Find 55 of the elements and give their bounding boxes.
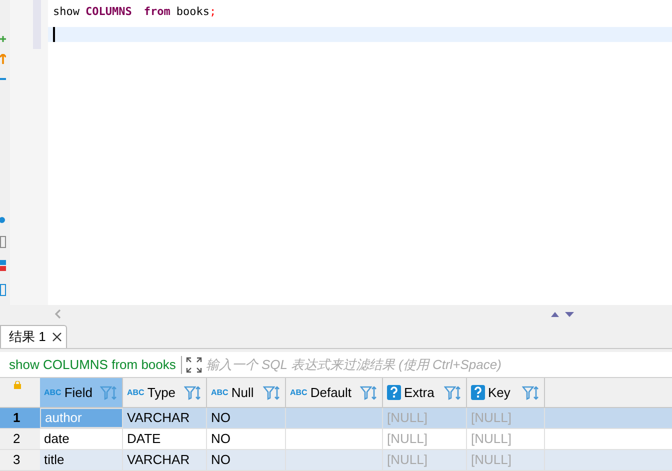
table-cell-text: author <box>45 409 82 428</box>
table-cell-text: NO <box>211 409 230 428</box>
table-cell-text: NO <box>211 430 230 448</box>
question-icon <box>387 385 401 400</box>
code-token: show <box>53 4 80 20</box>
filter-sort-icon[interactable] <box>263 384 281 400</box>
table-cell-text: title <box>44 451 64 470</box>
table-row[interactable]: 3 title VARCHAR NO [NULL] [NULL] <box>0 450 672 471</box>
filter-sort-icon[interactable] <box>522 384 540 400</box>
column-header[interactable]: ABC Field <box>40 378 123 407</box>
filter-sort-icon[interactable] <box>444 384 462 400</box>
table-cell-text: [NULL] <box>471 451 512 470</box>
table-cell-text: VARCHAR <box>127 409 190 428</box>
row-number: 1 <box>0 408 40 428</box>
column-title: Type <box>147 384 177 402</box>
table-cell-text: [NULL] <box>471 430 512 448</box>
close-icon[interactable] <box>52 332 62 342</box>
row-number: 3 <box>0 450 40 470</box>
table-row[interactable]: 1 author VARCHAR NO [NULL] [NULL] <box>0 408 672 429</box>
table-cell-text: [NULL] <box>387 430 428 448</box>
text-cursor <box>53 27 55 42</box>
table-cell-text: VARCHAR <box>127 451 190 470</box>
code-token: COLUMNS <box>86 4 132 20</box>
question-icon <box>471 385 485 400</box>
table-cell-text: date <box>44 430 70 448</box>
table-cell-text: DATE <box>127 430 161 448</box>
scroll-left-icon[interactable] <box>54 308 62 318</box>
filter-sort-icon[interactable] <box>100 384 118 400</box>
code-token: from <box>144 4 170 20</box>
plus-icon[interactable] <box>0 36 6 42</box>
expand-icon[interactable] <box>186 356 202 372</box>
filter-sort-icon[interactable] <box>184 384 202 400</box>
column-title: Default <box>310 384 353 402</box>
type-label: ABC <box>211 386 228 398</box>
table-cell-text: NO <box>211 451 230 470</box>
column-title: Extra <box>404 384 436 402</box>
table-row[interactable]: 2 date DATE NO [NULL] [NULL] <box>0 429 672 450</box>
table-cell-text: [NULL] <box>387 451 428 470</box>
column-title: Field <box>64 384 94 402</box>
filter-sort-icon[interactable] <box>360 384 378 400</box>
query-label: show COLUMNS from books <box>8 356 177 374</box>
table-cell-text: [NULL] <box>387 409 428 428</box>
result-tab[interactable]: 结果 1 <box>0 325 67 348</box>
type-label: ABC <box>44 386 62 398</box>
table-cell-text: [NULL] <box>471 409 512 428</box>
lock-icon <box>14 381 21 389</box>
column-title: Null <box>231 384 255 402</box>
row-number: 2 <box>0 429 40 449</box>
column-title: Key <box>488 384 512 402</box>
up-down-arrows-icon[interactable] <box>551 310 575 318</box>
type-label: ABC <box>290 386 308 398</box>
arrow-icon[interactable] <box>0 54 6 64</box>
code-token: books <box>176 4 210 20</box>
type-label: ABC <box>127 386 144 398</box>
code-token: ; <box>209 4 216 20</box>
